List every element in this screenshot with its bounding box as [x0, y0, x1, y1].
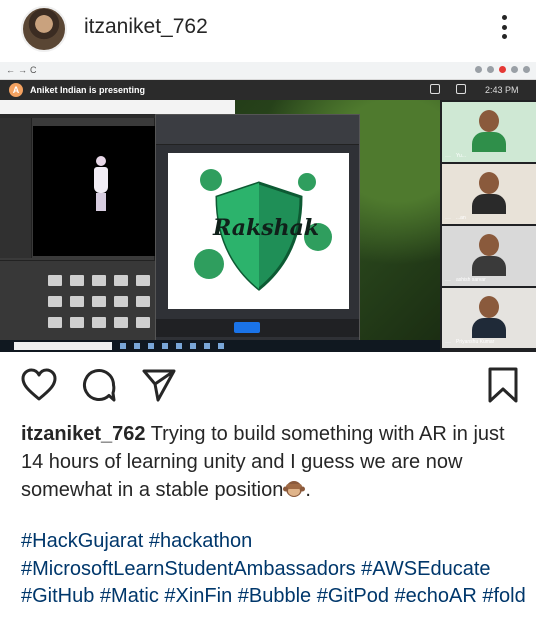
shared-screen: Rakshak — [0, 100, 440, 352]
monkey-emoji-icon — [283, 481, 306, 497]
participant-video — [472, 110, 506, 152]
comment-icon[interactable] — [80, 366, 118, 404]
post-action-bar — [0, 352, 536, 416]
participant-tile: ··· ashish sarvar — [442, 226, 536, 286]
participant-more-icon: ··· — [445, 154, 451, 160]
browser-nav-icons: ←→C — [6, 65, 40, 75]
unity-hierarchy-panel — [0, 118, 32, 258]
taskbar-search — [14, 342, 112, 350]
meet-clock: 2:43 PM — [485, 85, 519, 95]
post-header: itzaniket_762 — [0, 0, 536, 58]
unity-scene-view — [33, 126, 155, 256]
post-image[interactable]: ←→C A Aniket Indian is presenting 2:43 P… — [0, 62, 536, 352]
participant-tile: ··· Yu... — [442, 102, 536, 162]
participants-panel: ··· Yu... ··· ...an ··· ashish sarvar ··… — [440, 100, 536, 352]
participant-video — [472, 234, 506, 276]
app-window-strip — [0, 100, 235, 114]
participant-tile: ··· Priyanshu Kumar — [442, 288, 536, 348]
taskbar-app-icons — [120, 343, 224, 349]
logo-viewer-window: Rakshak — [155, 114, 360, 346]
participant-video — [472, 172, 506, 214]
unity-project-panel — [0, 260, 155, 348]
participant-more-icon: ··· — [445, 340, 451, 346]
heart-icon[interactable] — [20, 366, 58, 404]
participant-more-icon: ··· — [445, 216, 451, 222]
meet-toolbar-icons — [430, 84, 466, 94]
meet-top-bar: A Aniket Indian is presenting 2:43 PM — [0, 80, 536, 100]
rakshak-logo-canvas: Rakshak — [168, 153, 349, 309]
avatar[interactable] — [21, 6, 67, 52]
presenting-label: Aniket Indian is presenting — [30, 85, 146, 95]
participant-more-icon: ··· — [445, 278, 451, 284]
caption-end: . — [305, 479, 311, 501]
participant-video — [472, 296, 506, 338]
participant-tile: ··· ...an — [442, 164, 536, 224]
ar-character-model — [93, 156, 109, 214]
people-icon — [430, 84, 440, 94]
asset-folder-icons — [48, 275, 150, 328]
stop-sharing-button — [234, 322, 260, 333]
post-caption: itzaniket_762 Trying to build something … — [21, 420, 526, 504]
more-options-icon[interactable] — [496, 12, 512, 42]
chat-icon — [456, 84, 466, 94]
bookmark-icon[interactable] — [484, 366, 518, 404]
participant-name: ashish sarvar — [456, 277, 486, 283]
post-hashtags[interactable]: #HackGujarat #hackathon #MicrosoftLearnS… — [21, 528, 531, 611]
unity-editor-window — [0, 118, 155, 348]
presenter-avatar: A — [9, 83, 23, 97]
caption-username[interactable]: itzaniket_762 — [21, 423, 146, 445]
share-icon[interactable] — [140, 366, 178, 404]
participant-name: Yu... — [456, 153, 467, 159]
browser-toolbar: ←→C — [0, 62, 536, 80]
browser-extension-icons — [475, 66, 530, 73]
windows-taskbar — [0, 340, 440, 352]
participant-name: ...an — [456, 215, 466, 221]
screen-share-banner — [156, 319, 359, 337]
header-username[interactable]: itzaniket_762 — [84, 15, 208, 39]
viewer-toolbar — [156, 115, 359, 145]
participant-name: Priyanshu Kumar — [456, 339, 495, 345]
logo-wordmark: Rakshak — [213, 215, 320, 241]
